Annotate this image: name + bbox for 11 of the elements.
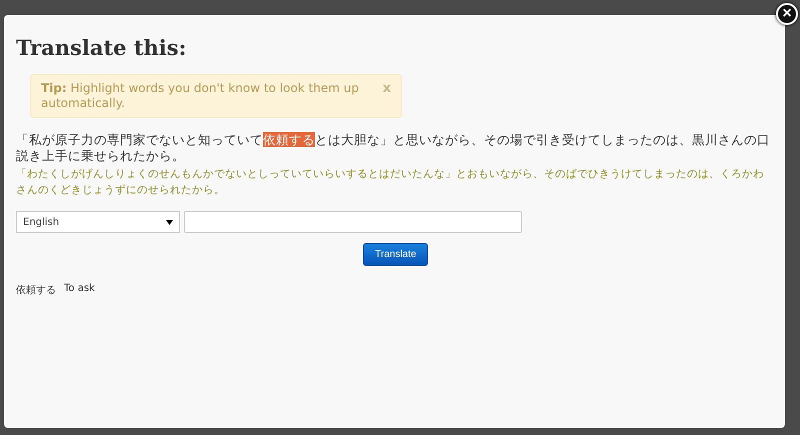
language-select[interactable]: English <box>16 211 180 233</box>
reading-text: 「わたくしがげんしりょくのせんもんかでないとしっていていらいするとはだいたんな」とおもいながら、そのばでひきうけてしまったのは、くろかわさんのくどきじょうずにのせられたから。 <box>16 167 765 198</box>
translation-field[interactable] <box>184 211 522 233</box>
close-button[interactable]: × <box>776 3 798 25</box>
translate-button[interactable]: Translate <box>363 243 428 266</box>
glossary-meaning: To ask <box>64 283 95 296</box>
tip-text: Tip: Highlight words you don't know to look them up automatically. <box>41 81 360 111</box>
dropdown-caret-icon <box>166 220 173 224</box>
sentence-text: 「私が原子力の専門家でないと知っていて依頼する とは大胆な」と思いながら、その場で引き受けてしまったのは、黒川さんの口説き上手に乗せられたから。 <box>16 132 771 164</box>
glossary-term: 依頼する <box>16 284 56 297</box>
dialog-title: Translate this: <box>16 35 188 60</box>
